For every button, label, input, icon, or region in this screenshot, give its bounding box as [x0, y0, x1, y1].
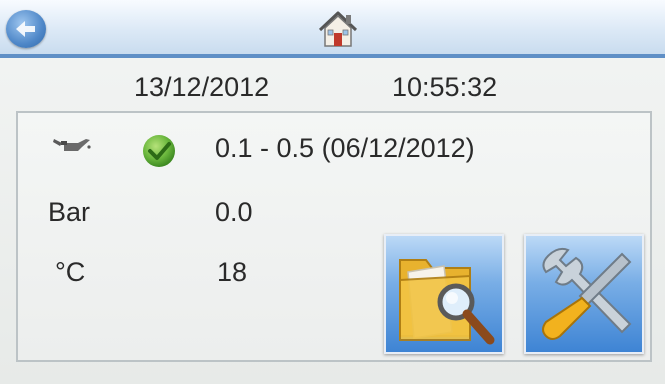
screen: 13/12/2012 10:55:32 0.1 - 0.5 (06/12/201…	[0, 0, 665, 384]
pressure-value: 0.0	[215, 197, 253, 227]
back-arrow-icon[interactable]	[6, 10, 46, 48]
time-display: 10:55:32	[392, 72, 498, 102]
date-display: 13/12/2012	[134, 72, 270, 102]
status-panel: 0.1 - 0.5 (06/12/2012) Bar 0.0 °C 18	[16, 111, 652, 362]
folder-search-icon	[399, 259, 495, 345]
oil-can-icon	[52, 135, 92, 162]
check-ok-icon	[139, 131, 179, 176]
settings-button[interactable]	[524, 234, 644, 354]
folder-search-button[interactable]	[384, 234, 504, 354]
temperature-label: °C	[55, 257, 86, 287]
pressure-label: Bar	[48, 197, 91, 227]
datetime-row: 13/12/2012 10:55:32	[0, 72, 665, 106]
temperature-value: 18	[217, 257, 248, 287]
tools-icon	[542, 247, 632, 340]
top-bar	[0, 0, 665, 58]
home-icon[interactable]	[316, 8, 360, 50]
service-interval: 0.1 - 0.5 (06/12/2012)	[215, 133, 475, 163]
